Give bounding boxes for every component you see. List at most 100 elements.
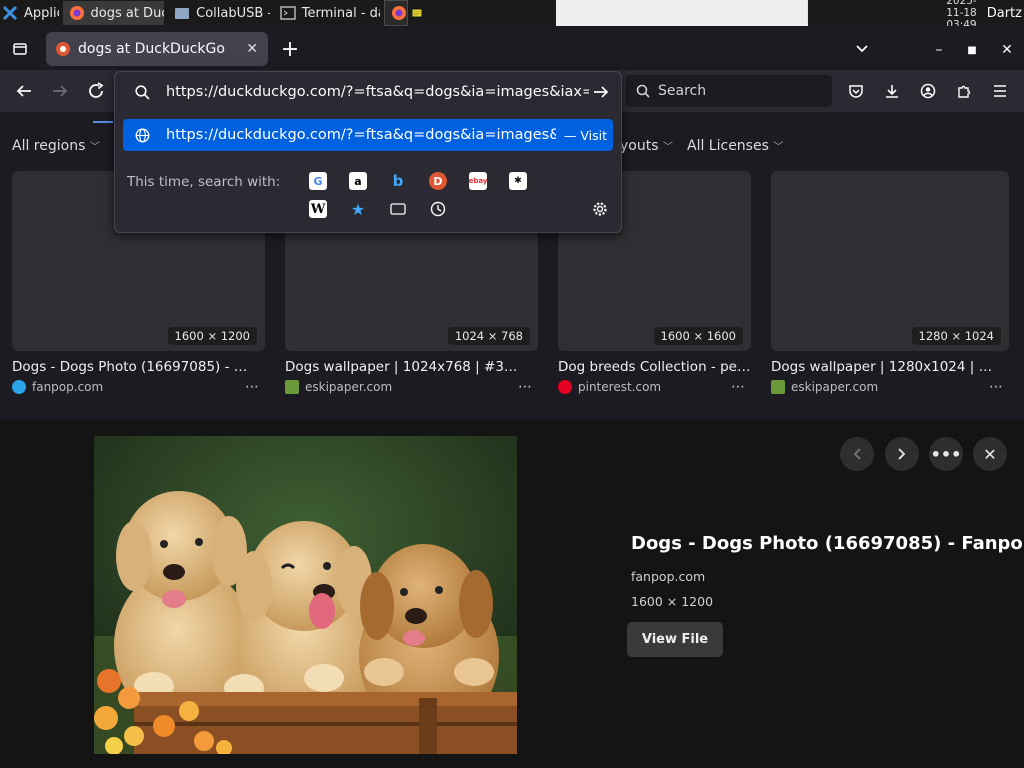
history-clock-icon[interactable] bbox=[429, 200, 447, 218]
previous-image-button[interactable] bbox=[840, 437, 874, 471]
tab-title: dogs at DuckDuckGo bbox=[78, 41, 225, 57]
result-source[interactable]: eskipaper.com bbox=[771, 380, 878, 394]
chevron-down-icon bbox=[856, 45, 868, 53]
user-name[interactable]: Dartz bbox=[987, 6, 1022, 21]
forward-button[interactable] bbox=[46, 77, 74, 105]
download-icon bbox=[886, 85, 898, 98]
arrow-left-icon bbox=[16, 85, 31, 97]
gear-icon bbox=[593, 202, 607, 216]
result-dimensions: 1600 × 1600 bbox=[653, 327, 743, 345]
task-label: CollabUSB - Thunar bbox=[196, 5, 270, 21]
wikipedia-icon[interactable]: W bbox=[309, 200, 327, 218]
result-source[interactable]: eskipaper.com bbox=[285, 380, 392, 394]
launcher-firefox[interactable] bbox=[384, 0, 409, 26]
result-source[interactable]: fanpop.com bbox=[12, 380, 103, 394]
applications-label: Applications bbox=[24, 5, 59, 21]
detail-source[interactable]: fanpop.com bbox=[631, 569, 705, 584]
task-label: Terminal - dartz@vm3: ~ bbox=[301, 5, 381, 21]
account-icon bbox=[920, 83, 936, 99]
chevron-down-icon: ﹀ bbox=[773, 142, 784, 153]
menu-button[interactable] bbox=[986, 77, 1014, 105]
more-options-icon[interactable]: ⋯ bbox=[245, 379, 260, 395]
tab-duckduckgo[interactable]: dogs at DuckDuckGo ✕ bbox=[46, 32, 268, 66]
amazon-icon[interactable]: a bbox=[349, 172, 367, 190]
task-terminal[interactable]: Terminal - dartz@vm3: ~ bbox=[274, 1, 381, 25]
folder-icon bbox=[175, 8, 190, 19]
reload-button[interactable] bbox=[82, 77, 110, 105]
arrow-right-icon bbox=[53, 85, 68, 97]
tabs-icon[interactable] bbox=[389, 200, 407, 218]
result-title[interactable]: Dogs wallpaper | 1024x768 | #36566 bbox=[285, 359, 525, 375]
firefox-icon bbox=[69, 6, 84, 20]
more-options-icon[interactable]: ⋯ bbox=[731, 379, 746, 395]
close-tab-icon[interactable]: ✕ bbox=[246, 41, 258, 57]
next-image-button[interactable] bbox=[885, 437, 919, 471]
view-file-button[interactable]: View File bbox=[627, 622, 723, 657]
new-tab-button[interactable]: + bbox=[276, 35, 304, 63]
layout-filter[interactable]: youts ﹀ bbox=[620, 138, 673, 154]
pocket-button[interactable] bbox=[842, 77, 870, 105]
suggestion-url: https://duckduckgo.com/?=ftsa&q=dogs&ia=… bbox=[166, 127, 556, 143]
search-icon bbox=[636, 84, 650, 98]
downloads-button[interactable] bbox=[878, 77, 906, 105]
reload-icon bbox=[89, 82, 104, 98]
firefox-view-icon bbox=[13, 43, 27, 55]
maximize-button[interactable]: ■ bbox=[958, 36, 986, 64]
chevron-right-icon bbox=[898, 448, 906, 460]
search-bar[interactable]: Search bbox=[626, 75, 832, 107]
chevron-down-icon: ﹀ bbox=[662, 142, 673, 153]
clock-date: 2025-11-18 bbox=[946, 0, 977, 19]
close-window-button[interactable]: ✕ bbox=[993, 36, 1021, 64]
regions-filter[interactable]: All regions ﹀ bbox=[12, 138, 100, 154]
task-thunar[interactable]: CollabUSB - Thunar bbox=[168, 1, 270, 25]
bookmarks-star-icon[interactable]: ★ bbox=[349, 200, 367, 219]
tab-shape-icon bbox=[390, 203, 406, 215]
firefox-icon bbox=[392, 6, 407, 20]
search-placeholder: Search bbox=[658, 83, 707, 99]
go-arrow-icon[interactable] bbox=[593, 85, 609, 99]
suggestion-action: — Visit bbox=[563, 127, 607, 143]
close-icon: ✕ bbox=[983, 444, 997, 464]
close-detail-button[interactable]: ✕ bbox=[973, 437, 1007, 471]
result-source[interactable]: pinterest.com bbox=[558, 380, 661, 394]
clock-icon bbox=[430, 201, 446, 217]
dogs-photo-image[interactable] bbox=[94, 436, 517, 754]
back-button[interactable] bbox=[10, 77, 38, 105]
google-icon[interactable]: G bbox=[309, 172, 327, 190]
extensions-button[interactable] bbox=[950, 77, 978, 105]
result-thumbnail[interactable]: 1280 × 1024 bbox=[771, 171, 1009, 351]
regions-filter-label: All regions bbox=[12, 138, 86, 154]
list-all-tabs-icon[interactable] bbox=[848, 35, 876, 63]
eskipaper-favicon-icon bbox=[771, 380, 785, 394]
result-dimensions: 1024 × 768 bbox=[447, 327, 530, 345]
search-settings-gear-icon[interactable] bbox=[591, 200, 609, 218]
applications-menu[interactable]: Applications bbox=[0, 1, 59, 25]
result-dimensions: 1280 × 1024 bbox=[911, 327, 1001, 345]
url-input[interactable]: https://duckduckgo.com/?=ftsa&q=dogs&ia=… bbox=[123, 76, 613, 108]
notes-icon[interactable] bbox=[412, 5, 422, 21]
account-button[interactable] bbox=[914, 77, 942, 105]
more-image-options-button[interactable]: ••• bbox=[929, 437, 963, 471]
ebay-icon[interactable]: ebay bbox=[469, 172, 487, 190]
chevron-left-icon bbox=[853, 448, 861, 460]
pinterest-favicon-icon bbox=[558, 380, 572, 394]
firefox-view-button[interactable] bbox=[6, 35, 34, 63]
task-label: dogs at DuckDuckGo ... bbox=[90, 5, 165, 21]
duckduckgo-favicon-icon bbox=[56, 42, 70, 56]
license-filter[interactable]: All Licenses ﹀ bbox=[687, 138, 783, 154]
url-suggestion-row[interactable]: https://duckduckgo.com/?=ftsa&q=dogs&ia=… bbox=[123, 119, 613, 151]
result-title[interactable]: Dogs - Dogs Photo (16697085) - Fanpop bbox=[12, 359, 252, 375]
more-options-icon[interactable]: ⋯ bbox=[518, 379, 533, 395]
duckduckgo-icon[interactable]: D bbox=[429, 172, 447, 190]
result-source-label: eskipaper.com bbox=[791, 380, 879, 394]
minimize-button[interactable]: – bbox=[925, 36, 953, 64]
more-options-icon[interactable]: ⋯ bbox=[989, 379, 1004, 395]
bing-icon[interactable]: b bbox=[389, 172, 407, 190]
task-firefox[interactable]: dogs at DuckDuckGo ... bbox=[62, 1, 165, 25]
license-filter-label: All Licenses bbox=[687, 138, 769, 154]
xfce-logo-icon bbox=[2, 5, 18, 21]
perplexity-icon[interactable]: ✱ bbox=[509, 172, 527, 190]
puzzle-icon bbox=[958, 85, 971, 98]
result-title[interactable]: Dog breeds Collection - per yar... bbox=[558, 359, 751, 375]
result-title[interactable]: Dogs wallpaper | 1280x1024 | #36579 bbox=[771, 359, 1001, 375]
